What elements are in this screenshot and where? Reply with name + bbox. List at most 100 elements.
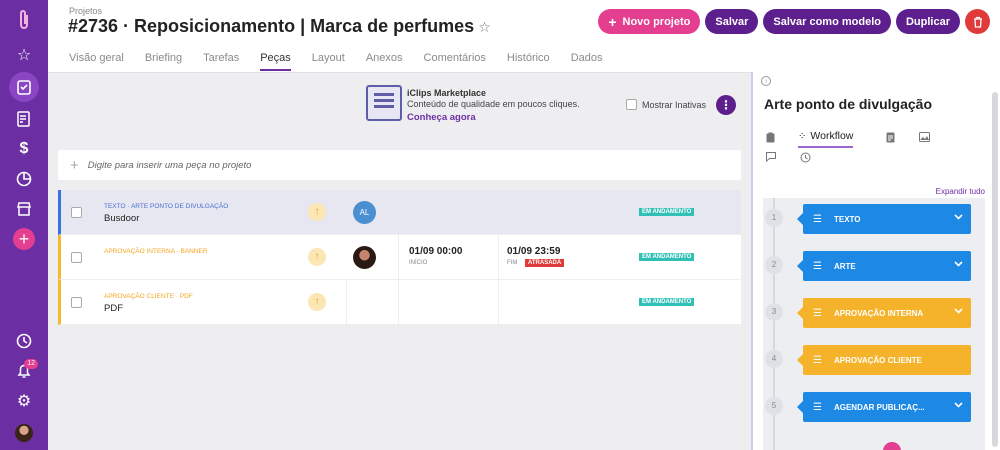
start-date[interactable]: 01/09 00:00 [409, 246, 462, 257]
workflow-step[interactable]: 3 ☰ APROVAÇÃO INTERNA [763, 296, 985, 328]
add-piece-input[interactable]: + Digite para inserir uma peça no projet… [58, 150, 741, 180]
breadcrumb[interactable]: Projetos [69, 6, 102, 16]
tab-workflow[interactable]: ⁘ Workflow [798, 130, 854, 148]
step-card[interactable]: ☰ AGENDAR PUBLICAÇ... [797, 392, 971, 422]
table-row[interactable]: Aprovação interna · Banner ↑ 01/09 00:00… [58, 235, 741, 280]
step-label: APROVAÇÃO INTERNA [833, 308, 924, 318]
marketplace-illustration-icon [366, 85, 402, 121]
tab-pecas[interactable]: Peças [260, 52, 291, 71]
table-row[interactable]: Texto · Arte ponto de divulgação Busdoor… [58, 190, 741, 235]
tab-comentarios[interactable]: Comentários [424, 52, 486, 71]
drag-handle-icon[interactable]: ☰ [813, 355, 822, 366]
piece-name: PDF [104, 303, 123, 314]
panel-scrollbar[interactable] [992, 92, 998, 447]
save-as-template-button[interactable]: Salvar como modelo [763, 9, 891, 34]
column-divider [398, 280, 399, 325]
projects-icon[interactable] [9, 72, 39, 102]
paperclip-logo-icon[interactable] [0, 0, 48, 40]
edit-document-icon[interactable] [0, 104, 48, 134]
comment-icon[interactable] [766, 152, 776, 165]
chevron-down-icon[interactable] [954, 306, 963, 316]
header-actions: + Novo projeto Salvar Salvar como modelo … [598, 9, 990, 34]
piece-detail-panel: › Arte ponto de divulgação ⁘ Workflow Exp… [753, 72, 1000, 450]
drag-handle-icon[interactable]: ☰ [813, 261, 822, 272]
tab-tarefas[interactable]: Tarefas [203, 52, 239, 71]
history-icon[interactable] [800, 152, 811, 166]
panel-title: Arte ponto de divulgação [764, 96, 933, 112]
drag-handle-icon[interactable]: ☰ [813, 402, 822, 413]
notifications-bell-icon[interactable]: 12 [0, 356, 48, 386]
image-icon[interactable] [919, 132, 930, 145]
workflow-icon: ⁘ [798, 131, 807, 142]
show-inactive-toggle[interactable]: Mostrar Inativas [626, 99, 706, 110]
drag-handle-icon[interactable]: ☰ [813, 214, 822, 225]
row-checkbox[interactable] [71, 207, 82, 218]
tab-dados[interactable]: Dados [571, 52, 603, 71]
column-divider [498, 235, 499, 280]
promo-link[interactable]: Conheça agora [407, 112, 476, 123]
step-card[interactable]: ☰ ARTE [797, 251, 971, 281]
user-avatar[interactable] [15, 424, 33, 442]
show-inactive-checkbox[interactable] [626, 99, 637, 110]
dollar-icon[interactable]: $ [0, 134, 48, 164]
tab-anexos[interactable]: Anexos [366, 52, 403, 71]
chevron-down-icon[interactable] [954, 400, 963, 410]
promo-subtitle: Conteúdo de qualidade em poucos cliques. [407, 99, 580, 109]
workflow-step[interactable]: 2 ☰ ARTE [763, 249, 985, 281]
store-icon[interactable] [0, 194, 48, 224]
workflow-step[interactable]: 5 ☰ AGENDAR PUBLICAÇ... [763, 390, 985, 422]
workflow-step[interactable]: 1 ☰ TEXTO [763, 202, 985, 234]
project-tabs: Visão geral Briefing Tarefas Peças Layou… [69, 52, 623, 71]
table-row[interactable]: Aprovação cliente · PDF PDF ↑ Em andamen… [58, 280, 741, 325]
gear-icon[interactable]: ⚙ [0, 386, 48, 416]
tab-historico[interactable]: Histórico [507, 52, 550, 71]
step-number: 1 [765, 209, 783, 227]
clipboard-icon[interactable] [766, 132, 775, 146]
piece-type: Texto · Arte ponto de divulgação [104, 203, 229, 210]
priority-arrow-icon[interactable]: ↑ [308, 203, 326, 221]
step-label: AGENDAR PUBLICAÇ... [833, 402, 925, 412]
row-checkbox[interactable] [71, 297, 82, 308]
tab-layout[interactable]: Layout [312, 52, 345, 71]
workflow-step[interactable]: 4 ☰ APROVAÇÃO CLIENTE [763, 343, 985, 375]
step-card[interactable]: ☰ TEXTO [797, 204, 971, 234]
status-badge: Em andamento [639, 298, 695, 306]
status-badge: Em andamento [639, 208, 695, 216]
side-rail: ☆ $ + 12 ⚙ [0, 0, 48, 450]
duplicate-button[interactable]: Duplicar [895, 9, 960, 34]
page-title: #2736 · Reposicionamento | Marca de perf… [68, 16, 491, 37]
step-number: 3 [765, 303, 783, 321]
save-button[interactable]: Salvar [705, 9, 759, 34]
priority-arrow-icon[interactable]: ↑ [308, 248, 326, 266]
favorite-star-icon[interactable]: ☆ [478, 19, 491, 35]
chevron-down-icon[interactable] [954, 259, 963, 269]
add-icon[interactable]: + [13, 228, 35, 250]
column-divider [346, 280, 347, 325]
column-divider [498, 280, 499, 325]
end-date[interactable]: 01/09 23:59 [507, 246, 560, 257]
collapse-panel-icon[interactable]: › [761, 76, 771, 86]
document-icon[interactable] [886, 132, 895, 146]
assignee-avatar[interactable] [353, 246, 376, 269]
piece-type: Aprovação cliente · PDF [104, 293, 193, 300]
star-icon[interactable]: ☆ [0, 40, 48, 70]
expand-all-link[interactable]: Expandir tudo [936, 187, 985, 196]
delete-trash-icon[interactable] [965, 9, 990, 34]
pie-chart-icon[interactable] [0, 164, 48, 194]
clock-icon[interactable] [0, 326, 48, 356]
workflow-steps: 1 ☰ TEXTO 2 ☰ ARTE 3 ☰ APROVAÇÃO INTERNA… [763, 198, 985, 450]
assignee-avatar[interactable]: AL [353, 201, 376, 224]
step-card[interactable]: ☰ APROVAÇÃO CLIENTE [797, 345, 971, 375]
new-project-button[interactable]: + Novo projeto [598, 9, 701, 34]
step-card[interactable]: ☰ APROVAÇÃO INTERNA [797, 298, 971, 328]
drag-handle-icon[interactable]: ☰ [813, 308, 822, 319]
chevron-down-icon[interactable] [954, 212, 963, 222]
rail-bottom: 12 ⚙ [0, 326, 48, 450]
priority-arrow-icon[interactable]: ↑ [308, 293, 326, 311]
tab-briefing[interactable]: Briefing [145, 52, 182, 71]
step-number: 4 [765, 350, 783, 368]
more-options-icon[interactable]: ⋮ [716, 95, 736, 115]
row-checkbox[interactable] [71, 252, 82, 263]
status-badge: Em andamento [639, 253, 695, 261]
tab-visao-geral[interactable]: Visão geral [69, 52, 124, 71]
